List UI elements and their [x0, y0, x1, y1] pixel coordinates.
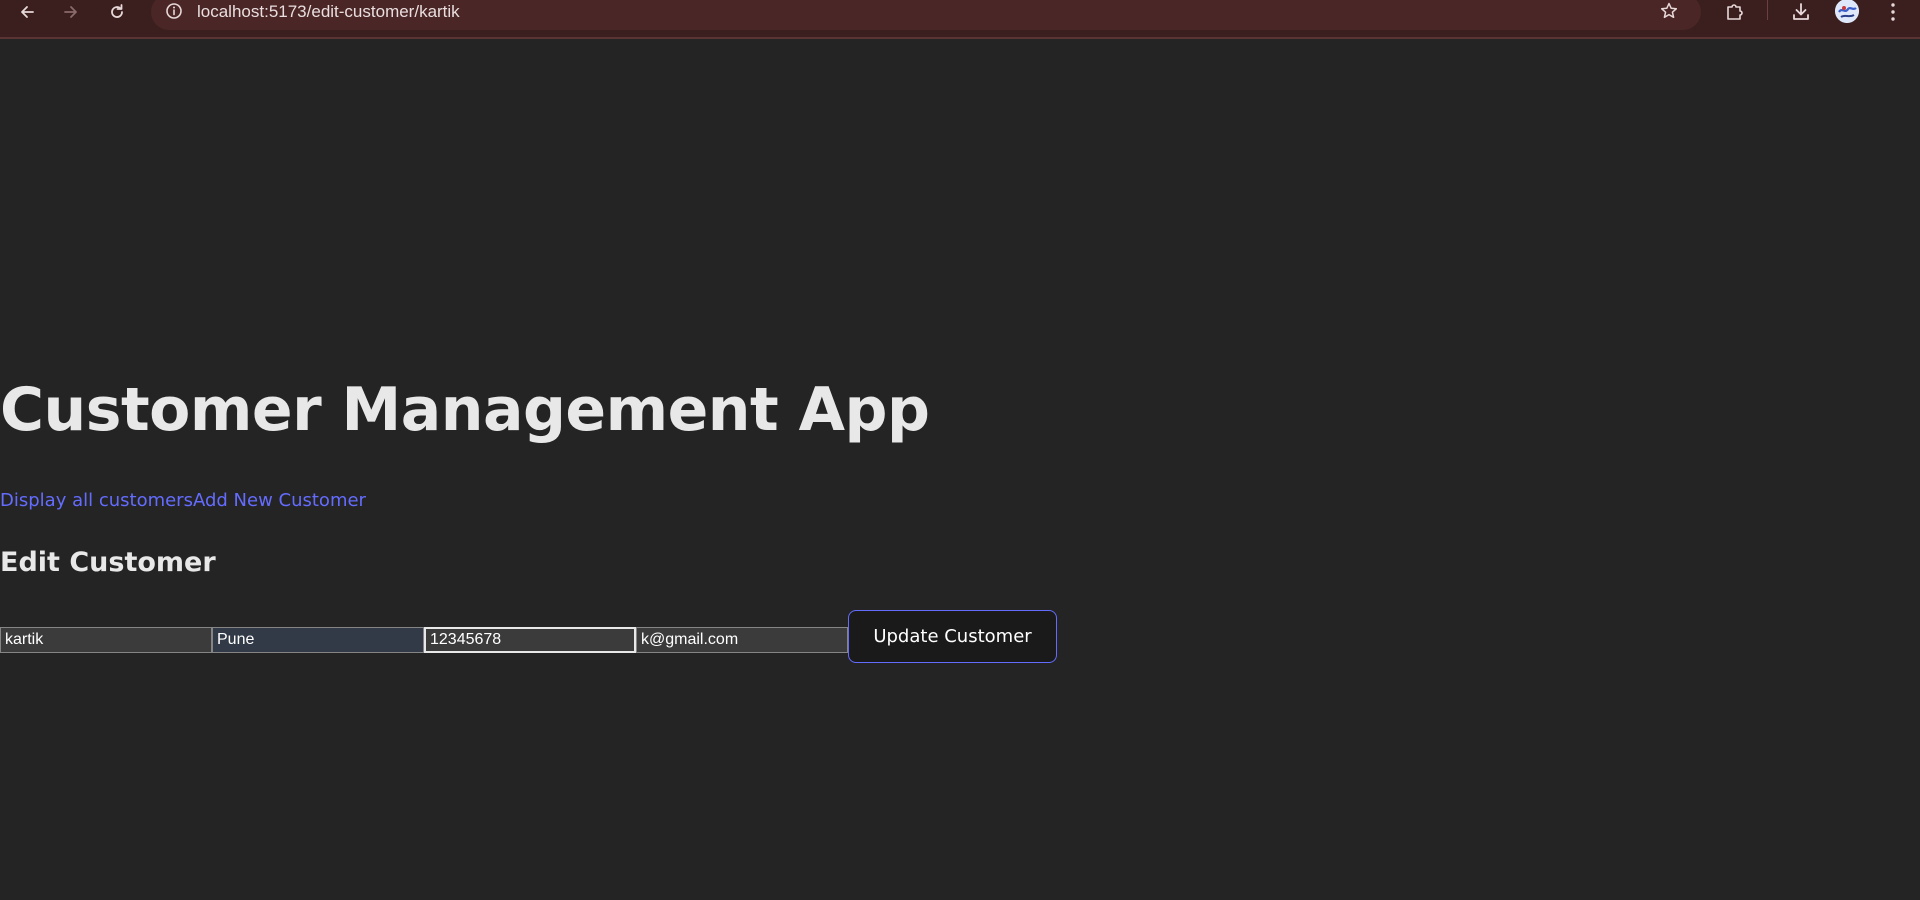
download-icon: [1793, 3, 1809, 20]
kebab-menu-icon: [1891, 3, 1895, 21]
arrow-right-icon: [64, 6, 77, 18]
forward-button[interactable]: [56, 0, 86, 24]
arrow-left-icon: [21, 6, 34, 18]
address-bar[interactable]: localhost:5173/edit-customer/kartik: [151, 0, 1701, 30]
download-button[interactable]: [1786, 0, 1816, 24]
browser-toolbar: localhost:5173/edit-customer/kartik: [0, 0, 1920, 39]
back-button[interactable]: [12, 0, 42, 24]
url-text[interactable]: localhost:5173/edit-customer/kartik: [197, 2, 460, 22]
update-customer-button[interactable]: Update Customer: [848, 610, 1057, 663]
extensions-button[interactable]: [1720, 0, 1750, 24]
name-field[interactable]: [0, 627, 212, 653]
profile-button[interactable]: [1833, 0, 1861, 24]
edit-customer-form: Update Customer: [0, 610, 1060, 664]
page-title: Customer Management App: [0, 375, 930, 445]
avatar: [1835, 0, 1859, 23]
section-title: Edit Customer: [0, 547, 216, 578]
city-field[interactable]: [212, 627, 424, 653]
phone-field[interactable]: [424, 627, 636, 653]
add-new-customer-link[interactable]: Add New Customer: [193, 490, 366, 511]
app-nav: Display all customersAdd New Customer: [0, 489, 366, 513]
toolbar-divider: [1767, 0, 1768, 20]
reload-button[interactable]: [102, 0, 132, 24]
puzzle-icon: [1727, 4, 1743, 20]
browser-menu-button[interactable]: [1878, 0, 1908, 24]
display-all-customers-link[interactable]: Display all customers: [0, 490, 193, 511]
star-icon[interactable]: [1657, 0, 1681, 22]
reload-icon: [111, 4, 123, 18]
info-icon[interactable]: [163, 0, 185, 22]
email-field[interactable]: [636, 627, 848, 653]
